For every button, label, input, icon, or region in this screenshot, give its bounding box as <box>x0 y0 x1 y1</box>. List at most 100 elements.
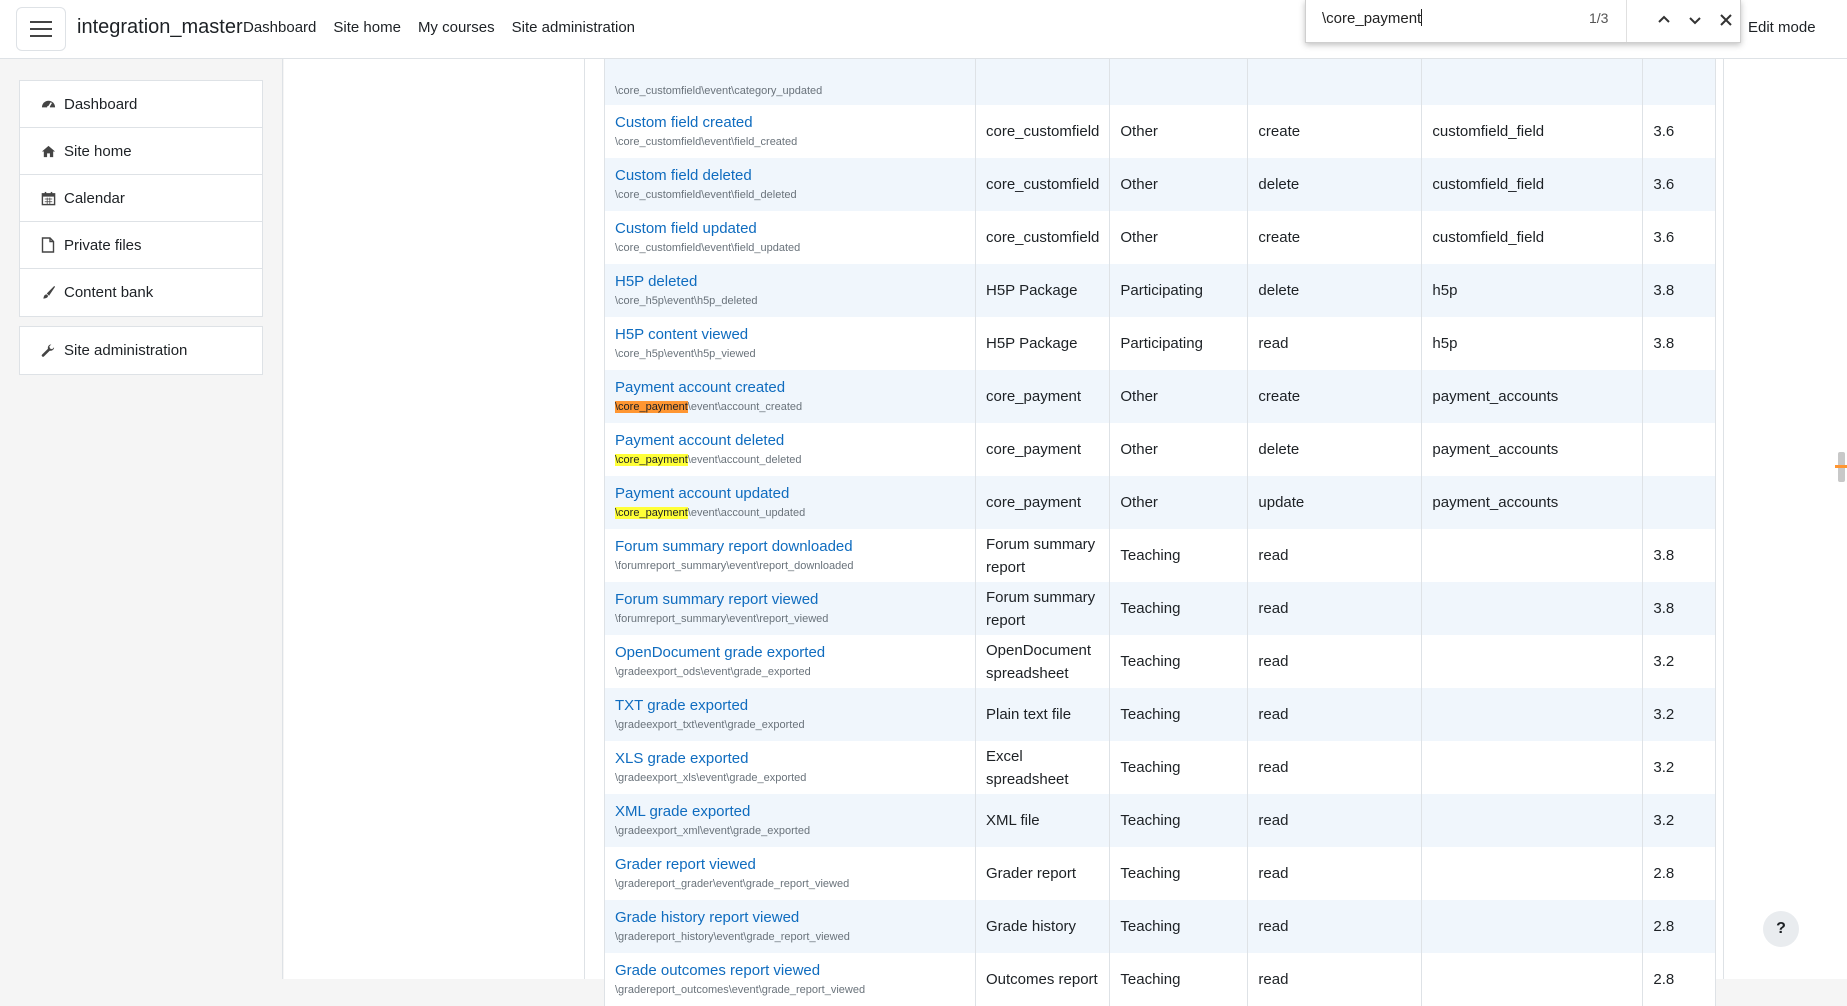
nav-my-courses[interactable]: My courses <box>418 19 495 36</box>
drawer-item-dashboard[interactable]: Dashboard <box>20 81 262 128</box>
event-name-link[interactable]: Payment account created <box>615 378 965 398</box>
scrollbar-find-marker[interactable] <box>1834 452 1847 482</box>
find-next-button[interactable] <box>1683 8 1707 32</box>
event-name-cell: H5P content viewed \core_h5p\event\h5p_vi… <box>604 317 976 370</box>
event-name-link[interactable]: Custom field updated <box>615 219 965 239</box>
since-cell: 3.2 <box>1642 741 1717 794</box>
affected-table-cell <box>1421 741 1644 794</box>
edit-mode-toggle[interactable]: Edit mode <box>1748 19 1816 36</box>
event-class-name: \core_payment\event\account_created <box>615 400 965 415</box>
table-row: Grader report viewed \gradereport_grader\… <box>604 847 1717 900</box>
event-name-link[interactable]: Payment account deleted <box>615 431 965 451</box>
crud-cell: delete <box>1247 423 1423 476</box>
event-class-suffix: \event\account_created <box>687 401 803 413</box>
component-cell: Forum summary report <box>974 529 1111 582</box>
component-cell: core_customfield <box>974 211 1111 264</box>
event-name-link[interactable]: H5P deleted <box>615 272 965 292</box>
component-cell: core_customfield <box>974 158 1111 211</box>
affected-table-cell: payment_accounts <box>1421 423 1644 476</box>
event-name-cell: \core_customfield\event\category_updated <box>604 52 976 105</box>
drawer-item-site-home[interactable]: Site home <box>20 128 262 175</box>
edulevel-cell: Other <box>1109 105 1249 158</box>
edulevel-cell: Teaching <box>1109 582 1249 635</box>
event-class-name: \core_payment\event\account_updated <box>615 506 965 521</box>
component-cell: XML file <box>974 794 1111 847</box>
component-cell: Forum summary report <box>974 582 1111 635</box>
event-name-link[interactable]: XML grade exported <box>615 802 965 822</box>
since-cell: 2.8 <box>1642 953 1717 1006</box>
event-name-cell: Forum summary report downloaded \forumrep… <box>604 529 976 582</box>
drawer-item-label: Site administration <box>64 342 188 359</box>
crud-cell: create <box>1247 211 1423 264</box>
find-input[interactable]: \core_payment <box>1322 9 1422 27</box>
event-name-link[interactable]: XLS grade exported <box>615 749 965 769</box>
edulevel-cell: Teaching <box>1109 529 1249 582</box>
nav-site-home[interactable]: Site home <box>333 19 401 36</box>
drawer-item-label: Dashboard <box>64 95 138 113</box>
drawer-admin-group: Site administration <box>19 326 263 375</box>
affected-table-cell <box>1421 953 1644 1006</box>
affected-table-cell <box>1421 582 1644 635</box>
drawer-item-site-administration[interactable]: Site administration <box>20 327 262 374</box>
event-class-name: \core_customfield\event\category_updated <box>615 85 823 97</box>
drawer-item-content-bank[interactable]: Content bank <box>20 269 262 316</box>
find-previous-button[interactable] <box>1652 8 1676 32</box>
component-cell: H5P Package <box>974 264 1111 317</box>
crud-cell: read <box>1247 317 1423 370</box>
event-name-cell: Grade outcomes report viewed \gradereport… <box>604 953 976 1006</box>
drawer-item-private-files[interactable]: Private files <box>20 222 262 269</box>
home-icon <box>40 143 56 159</box>
event-name-link[interactable]: Custom field deleted <box>615 166 965 186</box>
affected-table-cell <box>1421 847 1644 900</box>
event-name-cell: H5P deleted \core_h5p\event\h5p_deleted <box>604 264 976 317</box>
event-name-link[interactable]: Grader report viewed <box>615 855 965 875</box>
since-cell <box>1642 476 1717 529</box>
edulevel-cell: Teaching <box>1109 953 1249 1006</box>
event-name-link[interactable]: Payment account updated <box>615 484 965 504</box>
event-name-link[interactable]: Grade outcomes report viewed <box>615 961 965 981</box>
find-close-button[interactable] <box>1714 8 1738 32</box>
find-match: \core_payment <box>615 507 688 519</box>
edulevel-cell <box>1109 52 1249 105</box>
event-name-link[interactable]: Forum summary report downloaded <box>615 537 965 557</box>
chevron-down-icon <box>1689 17 1701 25</box>
affected-table-cell: h5p <box>1421 317 1644 370</box>
crud-cell: read <box>1247 794 1423 847</box>
event-name-link[interactable]: Forum summary report viewed <box>615 590 965 610</box>
site-brand[interactable]: integration_master <box>77 16 243 39</box>
edulevel-cell: Teaching <box>1109 794 1249 847</box>
event-name-link[interactable]: Custom field created <box>615 113 965 133</box>
table-row: Forum summary report downloaded \forumrep… <box>604 529 1717 582</box>
affected-table-cell <box>1421 52 1644 105</box>
event-name-link[interactable]: Grade history report viewed <box>615 908 965 928</box>
crud-cell: create <box>1247 105 1423 158</box>
calendar-icon <box>40 190 56 206</box>
edulevel-cell: Participating <box>1109 264 1249 317</box>
affected-table-cell <box>1421 635 1644 688</box>
nav-site-administration[interactable]: Site administration <box>512 19 635 36</box>
affected-table-cell: customfield_field <box>1421 105 1644 158</box>
event-class-name: \core_payment\event\account_deleted <box>615 453 965 468</box>
drawer-toggle-button[interactable] <box>16 7 66 51</box>
nav-dashboard[interactable]: Dashboard <box>243 19 316 36</box>
main-region: \core_customfield\event\category_updated… <box>284 52 1847 1006</box>
event-name-cell: Payment account created \core_payment\eve… <box>604 370 976 423</box>
crud-cell <box>1247 52 1423 105</box>
hamburger-icon-bar <box>30 28 52 30</box>
drawer-item-calendar[interactable]: Calendar <box>20 175 262 222</box>
help-button[interactable]: ? <box>1763 911 1799 947</box>
event-name-cell: Forum summary report viewed \forumreport_… <box>604 582 976 635</box>
crud-cell: delete <box>1247 264 1423 317</box>
event-class-name: \core_customfield\event\field_updated <box>615 242 801 254</box>
event-name-link[interactable]: H5P content viewed <box>615 325 965 345</box>
event-name-link[interactable]: OpenDocument grade exported <box>615 643 965 663</box>
edulevel-cell: Other <box>1109 370 1249 423</box>
event-name-link[interactable]: TXT grade exported <box>615 696 965 716</box>
event-class-name: \core_h5p\event\h5p_deleted <box>615 295 758 307</box>
component-cell: Plain text file <box>974 688 1111 741</box>
since-cell: 3.2 <box>1642 688 1717 741</box>
events-list-table: \core_customfield\event\category_updated… <box>604 52 1717 1006</box>
since-cell: 3.6 <box>1642 211 1717 264</box>
table-row: TXT grade exported \gradeexport_txt\event… <box>604 688 1717 741</box>
find-divider <box>1626 0 1627 42</box>
